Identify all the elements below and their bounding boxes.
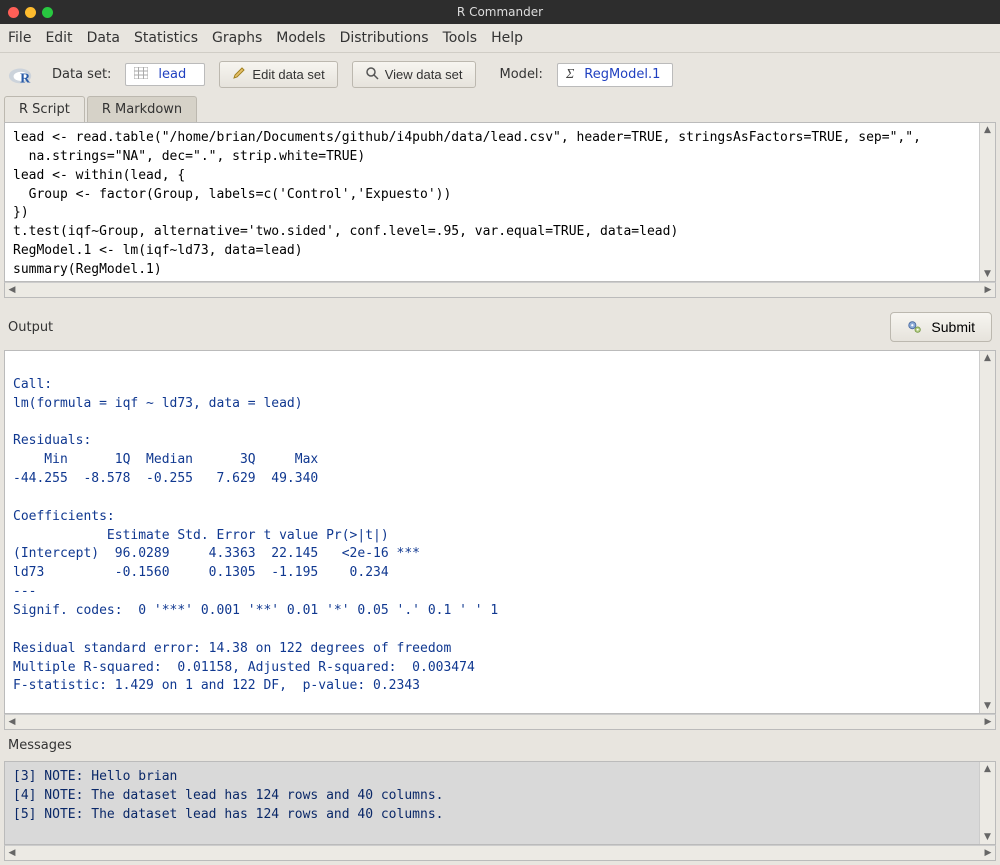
menu-help[interactable]: Help [491, 30, 523, 46]
pencil-icon [232, 66, 246, 83]
menu-tools[interactable]: Tools [443, 30, 478, 46]
submit-button[interactable]: Submit [890, 312, 992, 342]
menu-data[interactable]: Data [87, 30, 120, 46]
scroll-track[interactable] [980, 776, 995, 830]
main-panes: lead <- read.table("/home/brian/Document… [0, 122, 1000, 865]
titlebar: R Commander [0, 0, 1000, 24]
menu-distributions[interactable]: Distributions [340, 30, 429, 46]
output-pane: Call: lm(formula = iqf ~ ld73, data = le… [4, 350, 996, 730]
sigma-icon: Σ [566, 67, 574, 83]
scroll-down-icon[interactable]: ▼ [980, 699, 995, 713]
messages-label: Messages [8, 738, 72, 753]
scroll-right-icon[interactable]: ▶ [981, 848, 995, 858]
output-vscroll[interactable]: ▲ ▼ [979, 351, 995, 713]
output-textarea[interactable]: Call: lm(formula = iqf ~ ld73, data = le… [5, 351, 979, 713]
scroll-right-icon[interactable]: ▶ [981, 717, 995, 727]
tab-r-markdown[interactable]: R Markdown [87, 96, 197, 122]
minimize-window-button[interactable] [25, 7, 36, 18]
menu-graphs[interactable]: Graphs [212, 30, 262, 46]
messages-textarea[interactable]: [3] NOTE: Hello brian [4] NOTE: The data… [5, 762, 979, 844]
scroll-up-icon[interactable]: ▲ [980, 762, 995, 776]
maximize-window-button[interactable] [42, 7, 53, 18]
close-window-button[interactable] [8, 7, 19, 18]
scroll-track[interactable] [980, 365, 995, 699]
messages-body: [3] NOTE: Hello brian [4] NOTE: The data… [4, 761, 996, 845]
script-textarea[interactable]: lead <- read.table("/home/brian/Document… [5, 123, 979, 281]
menu-edit[interactable]: Edit [45, 30, 72, 46]
scroll-right-icon[interactable]: ▶ [981, 285, 995, 295]
menu-statistics[interactable]: Statistics [134, 30, 198, 46]
menu-models[interactable]: Models [276, 30, 325, 46]
output-hscroll[interactable]: ◀ ▶ [4, 714, 996, 730]
script-pane: lead <- read.table("/home/brian/Document… [4, 122, 996, 298]
script-body: lead <- read.table("/home/brian/Document… [4, 122, 996, 282]
submit-label: Submit [931, 319, 975, 335]
scroll-left-icon[interactable]: ◀ [5, 285, 19, 295]
messages-header: Messages [4, 734, 996, 757]
dataset-label: Data set: [52, 67, 111, 82]
scroll-up-icon[interactable]: ▲ [980, 351, 995, 365]
dataset-selector[interactable]: lead [125, 63, 205, 86]
view-data-set-label: View data set [385, 67, 463, 82]
scroll-left-icon[interactable]: ◀ [5, 717, 19, 727]
script-vscroll[interactable]: ▲ ▼ [979, 123, 995, 281]
messages-hscroll[interactable]: ◀ ▶ [4, 845, 996, 861]
table-icon [134, 67, 148, 82]
window-controls [8, 7, 53, 18]
edit-data-set-label: Edit data set [252, 67, 324, 82]
scroll-up-icon[interactable]: ▲ [980, 123, 995, 137]
edit-data-set-button[interactable]: Edit data set [219, 61, 337, 88]
scroll-down-icon[interactable]: ▼ [980, 267, 995, 281]
scroll-track[interactable] [980, 137, 995, 267]
script-tabs: R Script R Markdown [0, 96, 1000, 122]
messages-vscroll[interactable]: ▲ ▼ [979, 762, 995, 844]
r-logo-icon: R [8, 64, 34, 86]
output-body: Call: lm(formula = iqf ~ ld73, data = le… [4, 350, 996, 714]
model-selector[interactable]: Σ RegModel.1 [557, 63, 673, 87]
window-title: R Commander [457, 5, 543, 19]
messages-pane: [3] NOTE: Hello brian [4] NOTE: The data… [4, 761, 996, 861]
gears-icon [907, 319, 923, 335]
svg-text:R: R [20, 71, 31, 86]
dataset-name: lead [158, 67, 186, 82]
tab-r-script[interactable]: R Script [4, 96, 85, 122]
model-label: Model: [500, 67, 543, 82]
scroll-down-icon[interactable]: ▼ [980, 830, 995, 844]
script-hscroll[interactable]: ◀ ▶ [4, 282, 996, 298]
model-name: RegModel.1 [584, 67, 660, 82]
magnifier-icon [365, 66, 379, 83]
output-header: Output Submit [4, 302, 996, 346]
view-data-set-button[interactable]: View data set [352, 61, 476, 88]
scroll-left-icon[interactable]: ◀ [5, 848, 19, 858]
menu-file[interactable]: File [8, 30, 31, 46]
menubar: File Edit Data Statistics Graphs Models … [0, 24, 1000, 53]
toolbar: R Data set: lead Edit data set View data… [0, 53, 1000, 96]
output-label: Output [8, 320, 53, 335]
